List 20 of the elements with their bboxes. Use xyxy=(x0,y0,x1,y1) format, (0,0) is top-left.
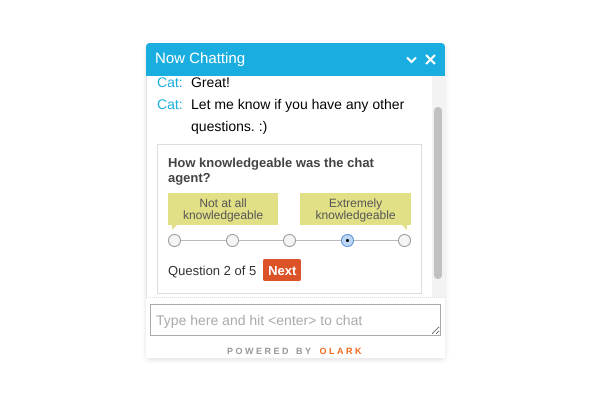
next-button[interactable]: Next xyxy=(263,259,302,282)
survey-question: How knowledgeable was the chat agent? xyxy=(168,155,375,186)
window-title: Now Chatting xyxy=(155,49,246,70)
sender-name: Cat: xyxy=(157,95,184,114)
brand-link[interactable]: OLARK xyxy=(320,344,364,358)
scale-label: Not at all knowledgeable xyxy=(168,193,278,230)
scale-label: Extremely knowledgeable xyxy=(300,193,411,230)
rating-radio[interactable] xyxy=(226,234,238,248)
chevron-down-icon[interactable] xyxy=(406,56,417,64)
message-text: Let me know if you have any other questions. :) xyxy=(191,95,406,136)
rating-radio[interactable] xyxy=(168,234,181,248)
scrollbar[interactable] xyxy=(432,76,445,296)
rating-radio[interactable] xyxy=(283,234,296,248)
sender-name: Cat: xyxy=(157,76,184,92)
powered-by-text: POWERED BY xyxy=(226,344,314,358)
message-text: Great! xyxy=(191,76,230,92)
rating-radio[interactable] xyxy=(340,234,354,248)
close-icon[interactable] xyxy=(425,54,436,66)
rating-radio[interactable] xyxy=(398,234,411,248)
message-input[interactable]: Type here and hit <enter> to chat xyxy=(150,304,441,336)
